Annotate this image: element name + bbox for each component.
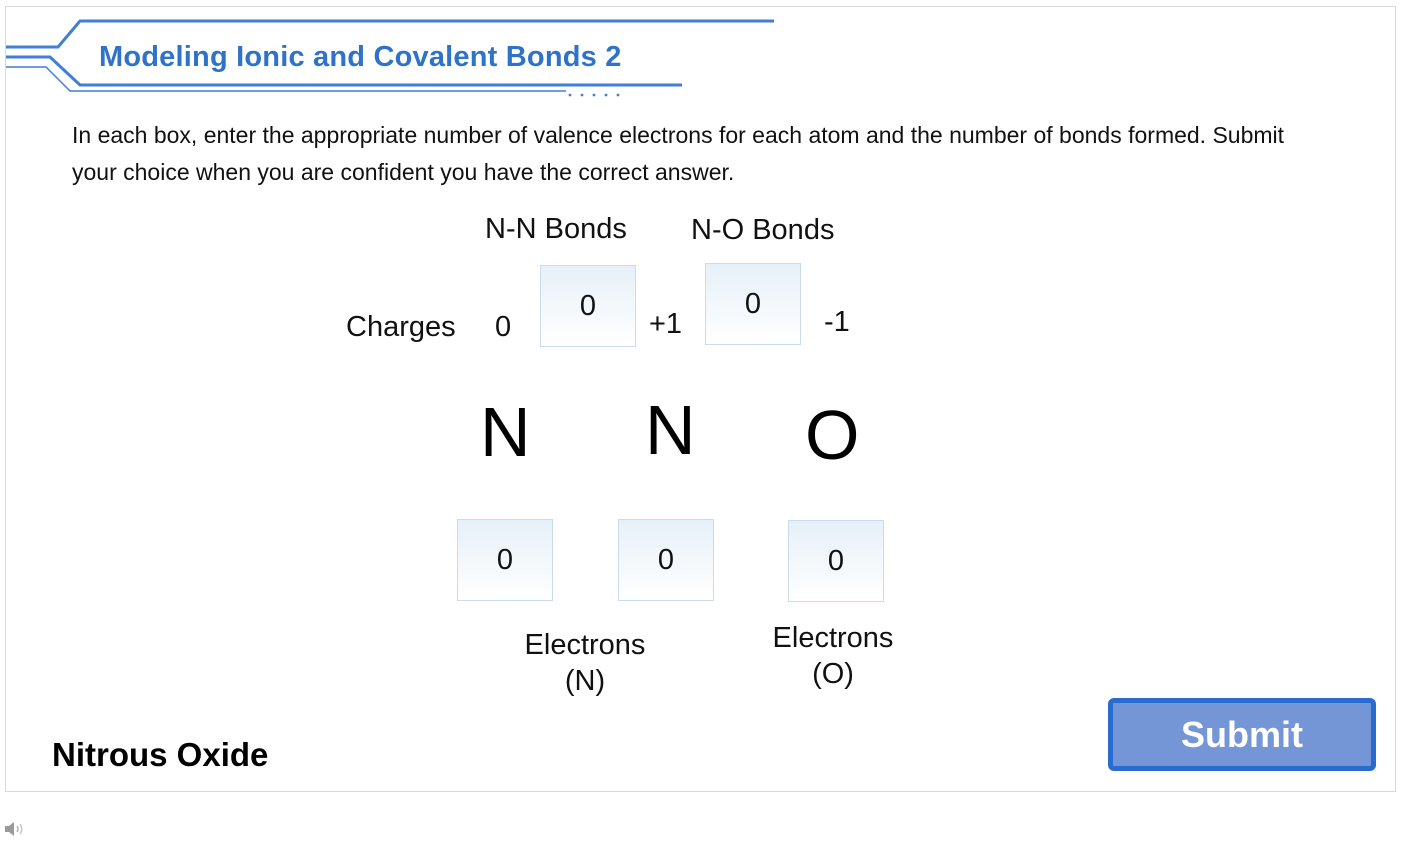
activity-slide: Modeling Ionic and Covalent Bonds 2 In e… (5, 6, 1396, 792)
charge-o: -1 (824, 306, 850, 338)
charge-n1: 0 (495, 311, 512, 343)
page-title: Modeling Ionic and Covalent Bonds 2 (99, 41, 622, 73)
nn-bonds-input[interactable]: 0 (540, 265, 636, 347)
electrons-n2-input[interactable]: 0 (618, 519, 714, 601)
charges-label: Charges (346, 311, 456, 343)
speaker-icon[interactable] (4, 820, 26, 838)
charge-n2: +1 (649, 308, 683, 340)
atom-n2: N (645, 391, 696, 469)
electrons-n-label: Electrons (N) (510, 627, 660, 699)
electrons-n-label-line2: (N) (564, 665, 606, 697)
nn-bonds-label: N-N Bonds (485, 213, 627, 245)
electrons-n-label-line1: Electrons (524, 629, 646, 661)
electrons-o-input[interactable]: 0 (788, 520, 884, 602)
no-bonds-label: N-O Bonds (691, 214, 835, 246)
atom-n1: N (480, 393, 531, 471)
no-bonds-input[interactable]: 0 (705, 263, 801, 345)
atom-o: O (805, 396, 860, 474)
instructions-text: In each box, enter the appropriate numbe… (72, 122, 1285, 185)
electrons-o-label-line1: Electrons (772, 622, 894, 654)
compound-name: Nitrous Oxide (52, 736, 269, 773)
electrons-o-label: Electrons (O) (758, 620, 908, 692)
electrons-o-label-line2: (O) (812, 658, 854, 690)
electrons-n1-input[interactable]: 0 (457, 519, 553, 601)
submit-button[interactable]: Submit (1108, 698, 1376, 771)
